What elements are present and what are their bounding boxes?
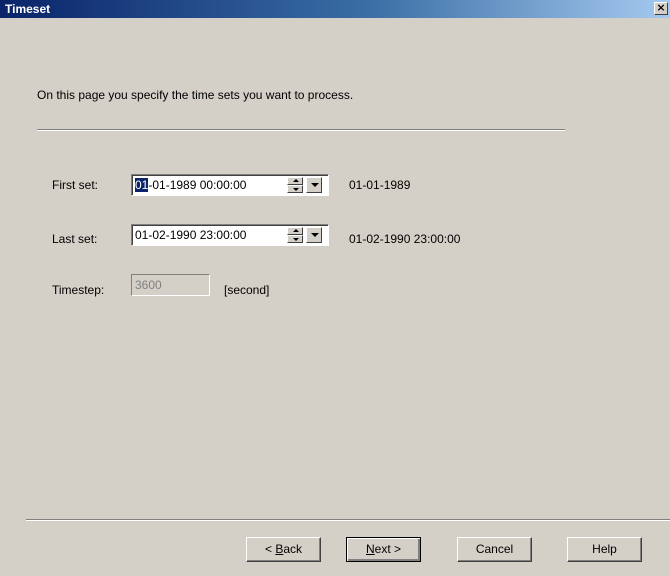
first-set-spin-down[interactable] xyxy=(287,185,303,193)
first-set-spinner[interactable] xyxy=(287,177,303,193)
first-set-dropdown-button[interactable] xyxy=(306,177,322,193)
last-set-spin-down[interactable] xyxy=(287,235,303,243)
bottom-separator xyxy=(26,519,670,521)
chevron-down-icon xyxy=(311,183,319,187)
chevron-down-icon xyxy=(311,233,319,237)
spin-up-icon xyxy=(293,229,299,232)
help-button[interactable]: Help xyxy=(567,537,642,562)
next-button[interactable]: Next > xyxy=(346,537,421,562)
cancel-button[interactable]: Cancel xyxy=(457,537,532,562)
first-set-value-rest: -01-1989 00:00:00 xyxy=(148,178,247,192)
next-button-rest: ext > xyxy=(374,542,402,556)
timestep-input: 3600 xyxy=(131,274,210,296)
close-icon: × xyxy=(656,1,666,14)
first-set-selected-segment[interactable]: 01 xyxy=(135,178,149,192)
spin-down-icon xyxy=(293,188,299,191)
intro-text: On this page you specify the time sets y… xyxy=(37,88,354,102)
title-bar: Timeset × xyxy=(0,0,670,18)
last-set-value[interactable]: 01-02-1990 23:00:00 xyxy=(135,228,246,242)
first-set-value[interactable]: 01-01-1989 00:00:00 xyxy=(135,178,246,192)
first-set-datetime-picker[interactable]: 01-01-1989 00:00:00 xyxy=(131,174,329,196)
last-set-spinner[interactable] xyxy=(287,227,303,243)
back-button-prefix: < xyxy=(264,542,276,556)
close-button[interactable]: × xyxy=(654,2,668,15)
spin-up-icon xyxy=(293,179,299,182)
back-button[interactable]: < Back xyxy=(246,537,321,562)
last-set-spin-up[interactable] xyxy=(287,227,303,235)
back-button-rest: ack xyxy=(283,542,303,556)
timestep-unit: [second] xyxy=(224,283,270,297)
top-separator xyxy=(37,129,565,131)
spin-down-icon xyxy=(293,238,299,241)
next-button-mnemonic: N xyxy=(365,542,375,556)
last-set-label: Last set: xyxy=(52,232,98,246)
timestep-label: Timestep: xyxy=(52,283,105,297)
last-set-dropdown-button[interactable] xyxy=(306,227,322,243)
first-set-label: First set: xyxy=(52,178,99,192)
window-title: Timeset xyxy=(5,2,51,16)
first-set-display: 01-01-1989 xyxy=(349,178,411,192)
last-set-datetime-picker[interactable]: 01-02-1990 23:00:00 xyxy=(131,224,329,246)
last-set-display: 01-02-1990 23:00:00 xyxy=(349,232,461,246)
first-set-spin-up[interactable] xyxy=(287,177,303,185)
